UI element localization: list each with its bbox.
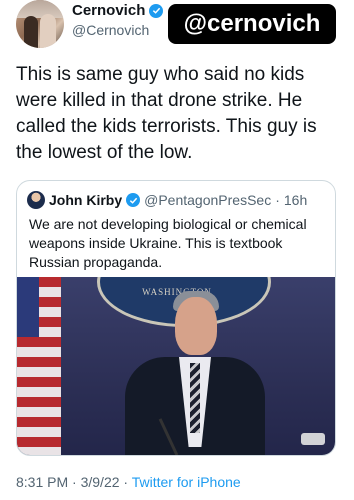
tweet-source-link[interactable]: Twitter for iPhone	[132, 474, 241, 490]
tweet-text: This is same guy who said no kids were k…	[16, 64, 317, 163]
author-display-name[interactable]: Cernovich	[72, 2, 145, 19]
avatar-person-left	[24, 16, 38, 48]
speaker-head	[175, 297, 217, 355]
avatar-background	[16, 0, 64, 18]
flag-image	[17, 277, 61, 455]
speaker-tie	[190, 363, 200, 433]
quoted-verified-badge-icon	[126, 193, 141, 207]
handle-sticker: @cernovich	[168, 4, 336, 44]
tweet-meta: 8:31 PM · 3/9/22 · Twitter for iPhone	[16, 474, 241, 490]
meta-separator-2: ·	[123, 474, 129, 490]
quoted-separator: ·	[275, 192, 280, 208]
verified-badge-icon	[149, 3, 164, 18]
quoted-tweet-header: John Kirby @PentagonPresSec · 16h	[27, 191, 307, 209]
quoted-tweet-media[interactable]: WASHINGTON	[17, 277, 335, 455]
quoted-tweet[interactable]: John Kirby @PentagonPresSec · 16h We are…	[16, 180, 336, 456]
author-avatar[interactable]	[16, 0, 64, 48]
author-name-row[interactable]: Cernovich	[72, 2, 164, 19]
meta-separator: ·	[72, 474, 77, 490]
tweet-time[interactable]: 8:31 PM	[16, 474, 68, 490]
author-handle[interactable]: @Cernovich	[72, 22, 149, 38]
quoted-author-handle[interactable]: @PentagonPresSec	[144, 192, 271, 208]
quoted-author-name[interactable]: John Kirby	[49, 192, 122, 208]
tweet-date[interactable]: 3/9/22	[81, 474, 120, 490]
quoted-tweet-age[interactable]: 16h	[284, 192, 307, 208]
quoted-tweet-text: We are not developing biological or chem…	[29, 216, 307, 270]
network-logo-icon	[301, 433, 325, 445]
quoted-author-avatar[interactable]	[27, 191, 45, 209]
flag-canton	[17, 277, 39, 337]
avatar-person-right	[40, 14, 56, 48]
